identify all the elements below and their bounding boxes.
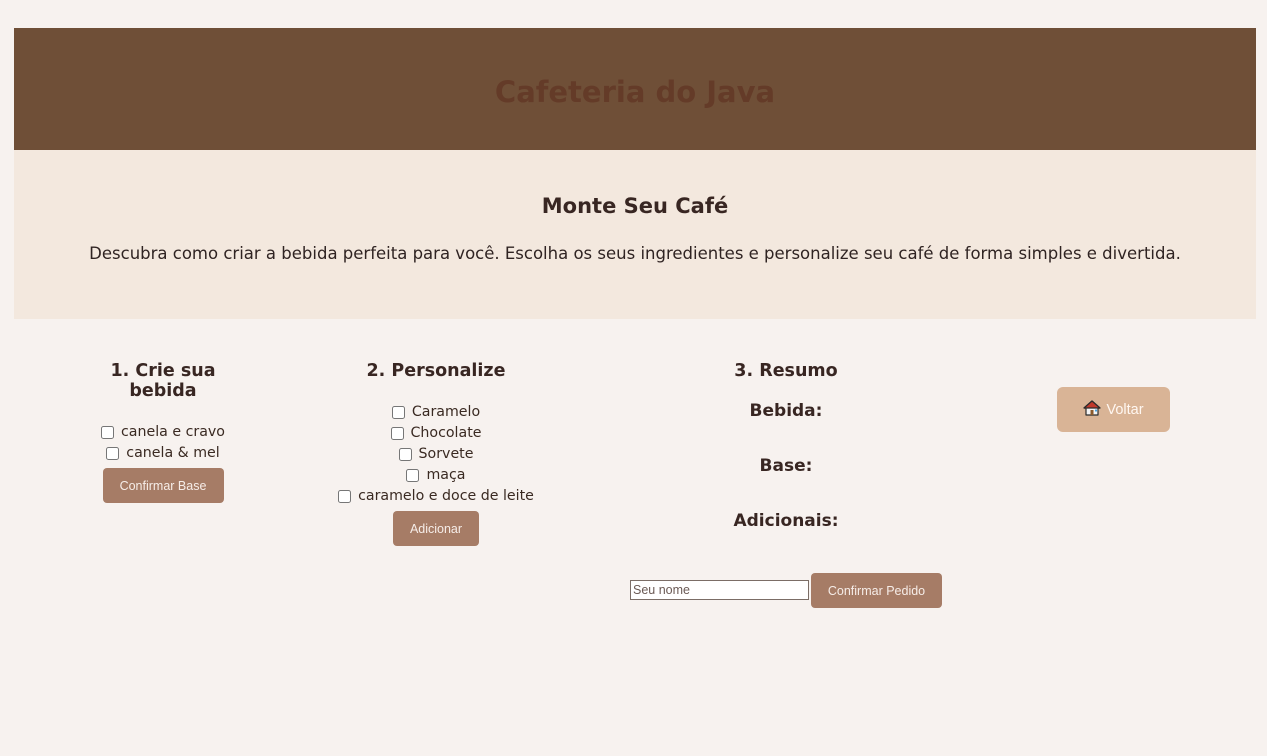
extra-checkbox-chocolate[interactable] [390,427,404,440]
extra-option[interactable]: maça [336,465,536,486]
extra-option[interactable]: caramelo e doce de leite [336,486,536,507]
confirm-order-button[interactable]: Confirmar Pedido [811,573,942,608]
base-option[interactable]: canela & mel [82,443,244,464]
confirm-base-button[interactable]: Confirmar Base [102,468,224,503]
step1-title: 1. Crie sua bebida [110,361,216,401]
step-create-drink: 1. Crie sua bebida canela e cravo canela… [82,361,244,503]
house-icon [1083,399,1102,421]
base-checkbox-canela-mel[interactable] [106,447,120,460]
base-checkbox-canela-cravo[interactable] [100,426,114,439]
step-personalize: 2. Personalize Caramelo Chocolate Sorvet… [336,361,536,546]
extra-option-label: Caramelo [411,404,481,420]
extra-checkbox-sorvete[interactable] [398,448,412,461]
base-option-label: canela e cravo [120,424,225,440]
site-header: Cafeteria do Java [14,28,1256,150]
extra-option[interactable]: Sorvete [336,444,536,465]
base-option-label: canela & mel [126,445,220,461]
extra-option-label: caramelo e doce de leite [358,488,534,504]
summary-extras-label: Adicionais: [733,511,839,531]
summary-drink-label: Bebida: [749,401,823,421]
site-title: Cafeteria do Java [494,75,776,109]
extra-option-label: Chocolate [410,425,482,441]
back-button[interactable]: Voltar [1057,387,1170,432]
extra-checkbox-caramelo[interactable] [391,406,405,419]
extra-option[interactable]: Caramelo [336,402,536,423]
step2-title: 2. Personalize [366,361,506,381]
hero-title: Monte Seu Café [541,194,729,218]
back-button-label: Voltar [1106,401,1144,418]
extra-checkbox-maca[interactable] [406,469,420,482]
extra-checkbox-caramelo-doce-de-leite[interactable] [338,490,352,503]
extra-option[interactable]: Chocolate [336,423,536,444]
summary-base-label: Base: [759,456,813,476]
base-option[interactable]: canela e cravo [82,422,244,443]
hero-description: Descubra como criar a bebida perfeita pa… [89,244,1181,263]
step-summary: 3. Resumo Bebida: Base: Adicionais: [626,361,946,531]
step3-title: 3. Resumo [734,361,838,381]
add-extras-button[interactable]: Adicionar [393,511,479,546]
extra-option-label: maça [426,467,466,483]
hero-section: Monte Seu Café Descubra como criar a beb… [14,150,1256,319]
extra-option-label: Sorvete [418,446,474,462]
customer-name-input[interactable] [630,580,809,600]
